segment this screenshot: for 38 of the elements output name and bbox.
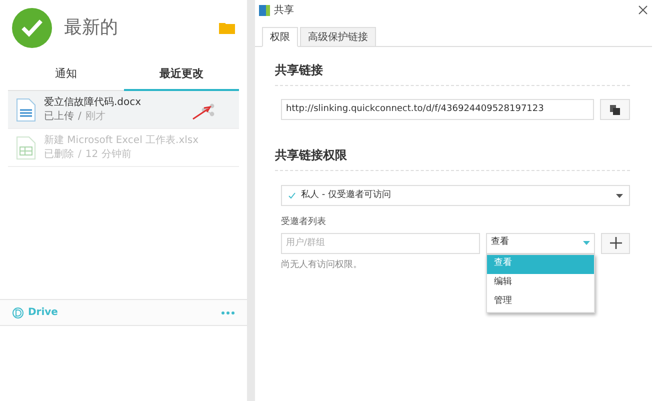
empty-note: 尚无人有访问权限。: [281, 258, 362, 272]
privacy-select[interactable]: 私人 - 仅受邀者可访问: [281, 185, 630, 206]
file-name: 新建 Microsoft Excel 工作表.xlsx: [44, 134, 200, 148]
separator: /: [78, 148, 82, 162]
file-row[interactable]: 爱立信故障代码.docx 已上传 / 刚才: [8, 91, 240, 129]
add-button[interactable]: [601, 232, 630, 254]
file-time: 12 分钟前: [85, 148, 132, 162]
check-icon: [12, 8, 52, 48]
copy-icon: [610, 104, 620, 114]
invitee-label: 受邀者列表: [281, 216, 327, 229]
close-icon[interactable]: [638, 5, 648, 15]
caret-icon: [616, 194, 623, 198]
file-status: 已上传: [44, 110, 74, 124]
tab[interactable]: 权限: [262, 27, 298, 47]
file-time: 刚才: [85, 110, 106, 124]
copy-button[interactable]: [600, 99, 630, 120]
app-logo-icon: [259, 4, 270, 16]
check-icon: [288, 192, 296, 199]
dialog-title: 共享: [274, 4, 295, 18]
plus-icon: [610, 237, 622, 249]
file-name: 爱立信故障代码.docx: [44, 96, 142, 110]
tab[interactable]: 高级保护链接: [300, 27, 376, 47]
menu-item[interactable]: 管理: [487, 292, 594, 312]
section-heading: 共享链接: [275, 61, 630, 86]
header-title: 最新的: [64, 16, 119, 40]
section-heading: 共享链接权限: [275, 146, 630, 171]
drive-logo-icon: [12, 306, 24, 318]
url-field[interactable]: http://slinking.quickconnect.to/d/f/436924409528197123: [281, 99, 594, 120]
file-status: 已删除: [44, 148, 74, 162]
menu-item[interactable]: 编辑: [487, 274, 594, 292]
spreadsheet-icon: [16, 136, 36, 160]
role-select[interactable]: 查看: [486, 232, 595, 254]
document-icon: [16, 98, 36, 122]
share-icon[interactable]: [201, 102, 216, 116]
invitee-field[interactable]: 用户/群组: [281, 232, 480, 254]
separator: /: [78, 110, 82, 124]
caret-icon: [583, 241, 590, 245]
pointer-arrow-icon: [192, 106, 212, 120]
